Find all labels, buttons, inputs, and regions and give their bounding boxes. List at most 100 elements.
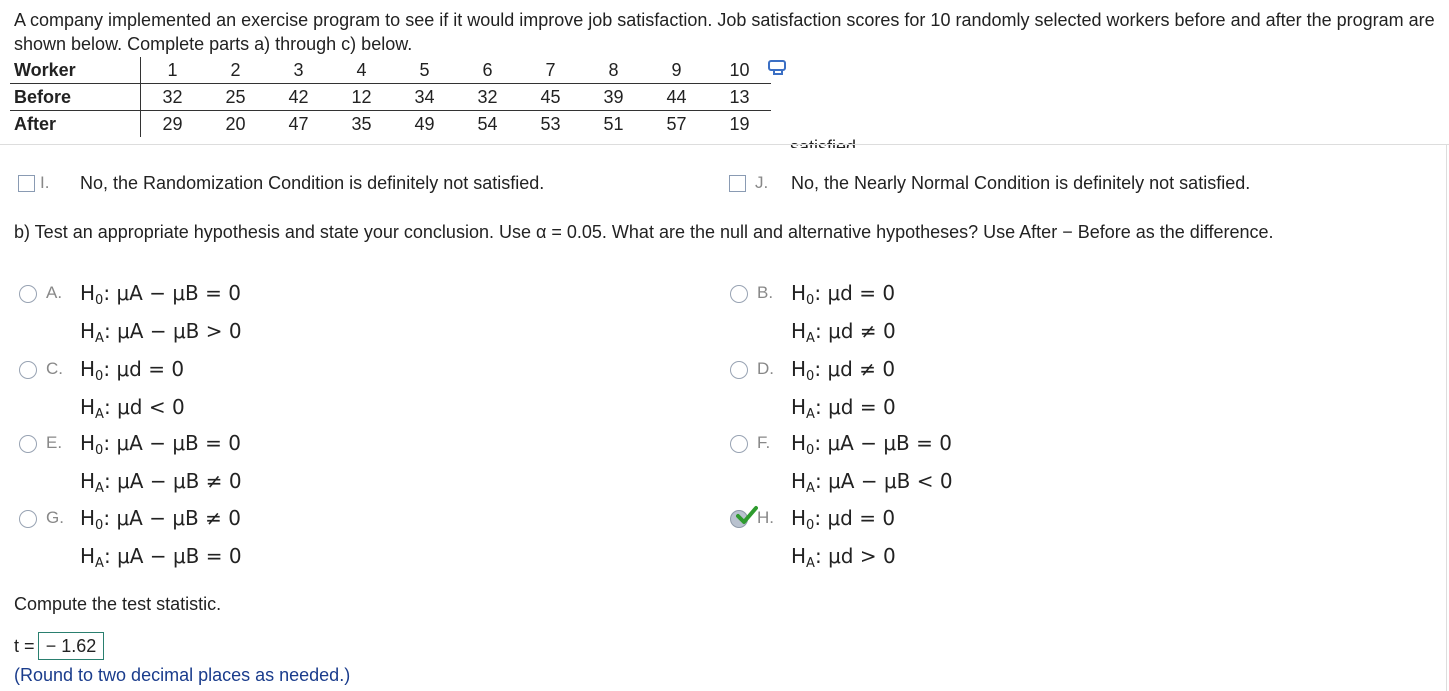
option-h-hypotheses: H0: μd = 0 HA: μd > 0	[791, 503, 896, 579]
option-b-hypotheses: H0: μd = 0 HA: μd ≠ 0	[791, 278, 896, 354]
row-label-worker: Worker	[10, 57, 141, 84]
row-label-before: Before	[10, 83, 141, 111]
option-g-hypotheses: H0: μA − μB ≠ 0 HA: μA − μB = 0	[80, 503, 242, 579]
checkbox-option-j[interactable]	[729, 175, 746, 192]
table-cell: 44	[645, 83, 708, 111]
table-cell: 54	[477, 113, 498, 134]
option-i-letter: I.	[40, 173, 50, 192]
compute-instruction: Compute the test statistic.	[14, 594, 222, 614]
table-row-after: After 29 20 47 35 49 54 53 51 57 19	[10, 110, 771, 137]
table-cell: 39	[582, 83, 645, 111]
panel-border	[1446, 144, 1447, 691]
option-g-alt-text: μA − μB = 0	[117, 544, 242, 568]
table-cell: 53	[540, 113, 561, 134]
option-e-letter: E.	[46, 433, 63, 452]
option-b-null-text: μd = 0	[827, 281, 896, 305]
option-d-letter: D.	[757, 359, 774, 378]
option-c-null-text: μd = 0	[116, 357, 185, 381]
option-e-null-text: μA − μB = 0	[116, 431, 241, 455]
option-d-alt: HA: μd = 0	[791, 395, 896, 422]
radio-option-c[interactable]	[19, 361, 37, 379]
radio-option-f[interactable]	[730, 435, 748, 453]
option-c-alt-text: μd < 0	[117, 395, 185, 419]
option-c-hypotheses: H0: μd = 0 HA: μd < 0	[80, 354, 185, 430]
option-e-hypotheses: H0: μA − μB = 0 HA: μA − μB ≠ 0	[80, 428, 242, 504]
table-cell: 45	[519, 83, 582, 111]
table-cell: 32	[140, 83, 204, 111]
data-table: Worker 1 2 3 4 5 6 7 8 9 10 Before 32 25…	[10, 57, 771, 137]
table-cell: 51	[603, 113, 624, 134]
problem-intro: A company implemented an exercise progra…	[14, 10, 1435, 54]
radio-option-d[interactable]	[730, 361, 748, 379]
copy-data-icon[interactable]	[768, 60, 788, 76]
table-cell: 32	[456, 83, 519, 111]
option-a-null: H0: μA − μB = 0	[80, 281, 241, 308]
table-cell: 35	[351, 113, 372, 134]
table-cell: 6	[456, 57, 519, 84]
option-h-null-text: μd = 0	[827, 506, 896, 530]
checkbox-option-i[interactable]	[18, 175, 35, 192]
option-a-null-text: μA − μB = 0	[116, 281, 241, 305]
radio-option-a[interactable]	[19, 285, 37, 303]
table-cell: 4	[330, 57, 393, 84]
table-cell: 13	[708, 83, 771, 111]
table-cell: 29	[162, 113, 183, 134]
option-b-letter: B.	[757, 283, 774, 302]
option-j-text: No, the Nearly Normal Condition is defin…	[791, 173, 1251, 193]
radio-option-b[interactable]	[730, 285, 748, 303]
table-cell: 8	[582, 57, 645, 84]
row-label-after: After	[10, 110, 141, 137]
t-statistic-answer[interactable]: − 1.62	[38, 632, 104, 660]
option-h-alt-text: μd > 0	[828, 544, 896, 568]
rounding-note: (Round to two decimal places as needed.)	[14, 665, 351, 685]
option-i-text: No, the Randomization Condition is defin…	[80, 173, 545, 193]
option-f-hypotheses: H0: μA − μB = 0 HA: μA − μB < 0	[791, 428, 953, 504]
option-h-letter: H.	[757, 508, 774, 527]
table-cell: 34	[393, 83, 456, 111]
option-b-alt: HA: μd ≠ 0	[791, 319, 896, 346]
table-row-worker: Worker 1 2 3 4 5 6 7 8 9 10	[10, 57, 771, 84]
table-cell: 12	[330, 83, 393, 111]
option-f-null: H0: μA − μB = 0	[791, 431, 952, 458]
option-f-null-text: μA − μB = 0	[827, 431, 952, 455]
radio-option-g[interactable]	[19, 510, 37, 528]
table-cell: 10	[708, 57, 771, 84]
option-c-letter: C.	[46, 359, 63, 378]
clipped-text: satisfied.	[790, 138, 862, 148]
option-e-alt: HA: μA − μB ≠ 0	[80, 469, 242, 496]
option-g-null-text: μA − μB ≠ 0	[116, 506, 241, 530]
option-f-letter: F.	[757, 433, 771, 452]
table-cell: 9	[645, 57, 708, 84]
part-b-question: b) Test an appropriate hypothesis and st…	[14, 222, 1274, 242]
option-f-alt-text: μA − μB < 0	[828, 469, 953, 493]
table-cell: 3	[267, 57, 330, 84]
option-h-null: H0: μd = 0	[791, 506, 896, 533]
table-row-before: Before 32 25 42 12 34 32 45 39 44 13	[10, 83, 771, 111]
table-cell: 20	[225, 113, 246, 134]
option-a-hypotheses: H0: μA − μB = 0 HA: μA − μB > 0	[80, 278, 242, 354]
option-e-null: H0: μA − μB = 0	[80, 431, 241, 458]
option-a-alt: HA: μA − μB > 0	[80, 319, 242, 346]
option-a-letter: A.	[46, 283, 63, 302]
table-cell: 2	[204, 57, 267, 84]
radio-option-e[interactable]	[19, 435, 37, 453]
table-cell: 7	[519, 57, 582, 84]
option-j-letter: J.	[755, 173, 769, 192]
table-cell: 49	[414, 113, 435, 134]
option-h-alt: HA: μd > 0	[791, 544, 896, 571]
option-e-alt-text: μA − μB ≠ 0	[117, 469, 242, 493]
t-statistic-label: t =	[14, 636, 35, 656]
option-b-alt-text: μd ≠ 0	[828, 319, 896, 343]
option-c-alt: HA: μd < 0	[80, 395, 185, 422]
option-d-alt-text: μd = 0	[828, 395, 896, 419]
option-g-letter: G.	[46, 508, 64, 527]
option-c-null: H0: μd = 0	[80, 357, 185, 384]
correct-check-icon	[736, 505, 758, 530]
option-g-null: H0: μA − μB ≠ 0	[80, 506, 241, 533]
panel-divider	[0, 144, 1449, 145]
option-d-null: H0: μd ≠ 0	[791, 357, 896, 384]
option-g-alt: HA: μA − μB = 0	[80, 544, 242, 571]
table-cell: 1	[140, 57, 204, 84]
table-cell: 5	[393, 57, 456, 84]
table-cell: 42	[267, 83, 330, 111]
